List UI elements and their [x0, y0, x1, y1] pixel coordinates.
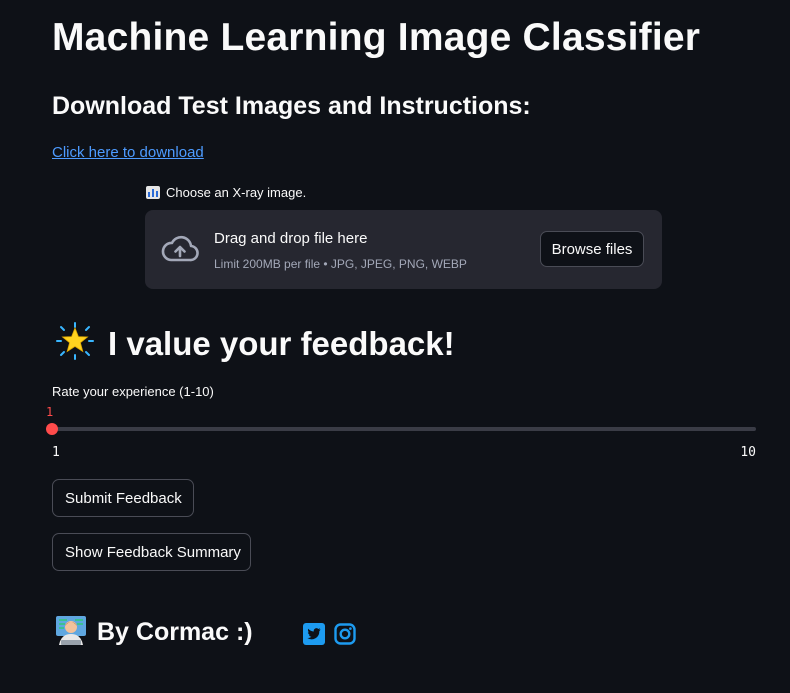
rating-slider-track[interactable] [52, 427, 756, 431]
uploader-label-text: Choose an X-ray image. [166, 185, 307, 200]
browse-files-button[interactable]: Browse files [540, 231, 644, 267]
dropzone-limit-text: Limit 200MB per file • JPG, JPEG, PNG, W… [214, 257, 467, 271]
uploader-label: Choose an X-ray image. [146, 185, 306, 200]
rating-slider-label: Rate your experience (1-10) [52, 384, 214, 399]
feedback-heading: I value your feedback! [56, 322, 455, 365]
rating-slider-thumb[interactable] [46, 423, 58, 435]
app-main: Machine Learning Image Classifier Downlo… [0, 0, 790, 693]
download-link[interactable]: Click here to download [52, 144, 204, 161]
submit-feedback-button[interactable]: Submit Feedback [52, 479, 194, 517]
show-feedback-summary-button[interactable]: Show Feedback Summary [52, 533, 251, 571]
page-title: Machine Learning Image Classifier [52, 16, 701, 59]
rating-slider-max: 10 [740, 445, 756, 460]
technologist-icon [55, 614, 87, 651]
dropzone-instructions: Drag and drop file here [214, 230, 368, 247]
instagram-icon[interactable] [334, 623, 356, 645]
rating-slider-min: 1 [52, 445, 60, 460]
author-name: By Cormac :) [97, 618, 253, 646]
file-dropzone[interactable]: Drag and drop file here Limit 200MB per … [145, 210, 662, 289]
feedback-heading-text: I value your feedback! [108, 324, 455, 362]
rating-slider-value: 1 [46, 405, 54, 419]
chart-emoji [146, 186, 160, 199]
download-subtitle: Download Test Images and Instructions: [52, 92, 531, 120]
glowing-star-icon [56, 322, 94, 365]
twitter-icon[interactable] [303, 623, 325, 645]
cloud-upload-icon [161, 234, 199, 269]
author-byline: By Cormac :) [55, 614, 253, 651]
